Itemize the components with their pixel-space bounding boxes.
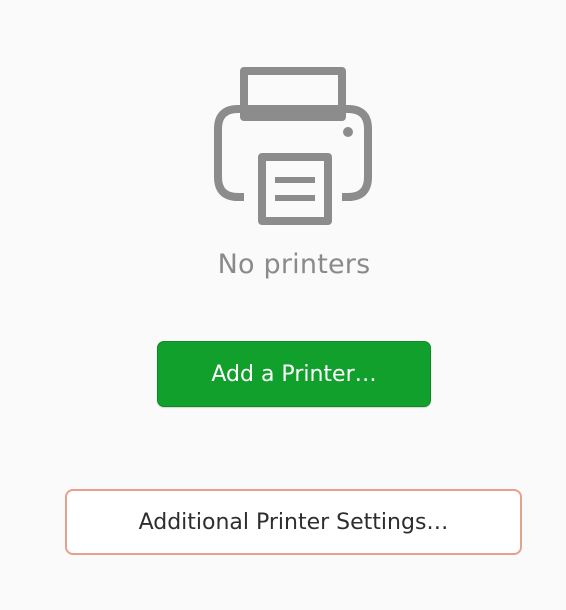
printer-icon — [214, 67, 372, 225]
no-printers-message: No printers — [217, 249, 371, 280]
printers-empty-panel: No printers Add a Printer… Additional Pr… — [0, 0, 566, 610]
additional-printer-settings-button[interactable]: Additional Printer Settings… — [65, 489, 522, 555]
add-printer-button[interactable]: Add a Printer… — [157, 341, 431, 407]
